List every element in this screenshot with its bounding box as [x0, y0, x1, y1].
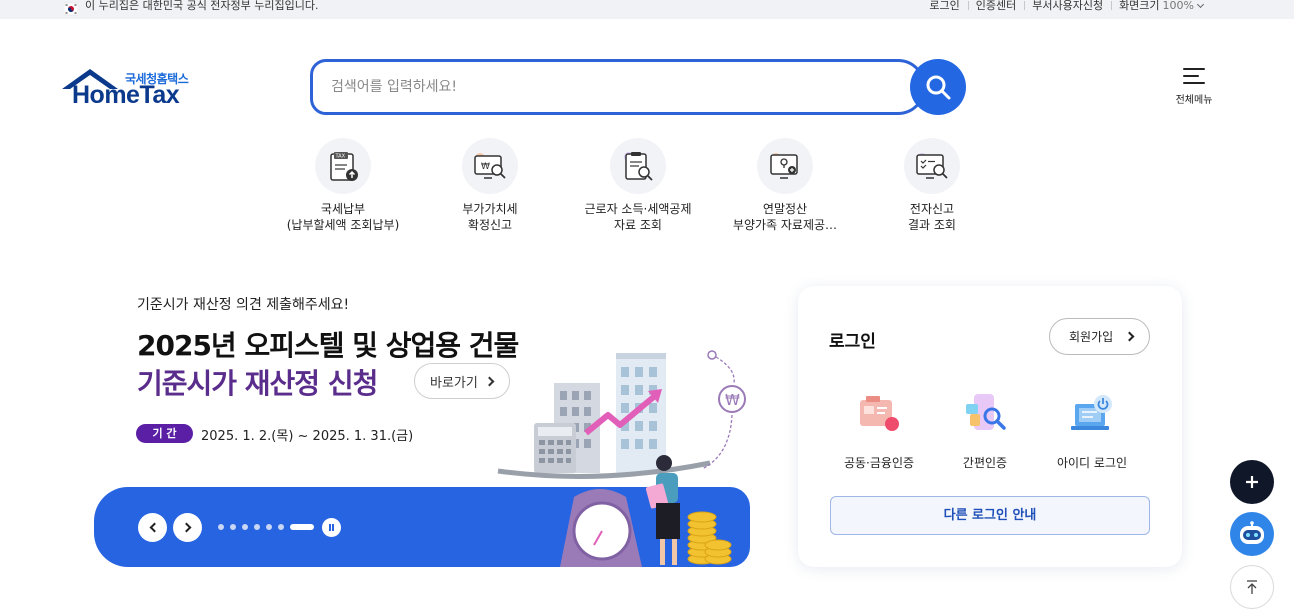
- certificate-icon: [860, 396, 899, 431]
- pagination-dot-active[interactable]: [290, 524, 314, 530]
- util-cert-center-link[interactable]: 인증센터: [967, 0, 1024, 11]
- search-box: [310, 59, 926, 115]
- quick-menu-label: 연말정산: [762, 202, 808, 216]
- quick-menu-label: 부가가치세: [462, 202, 518, 216]
- banner-subtitle: 기준시가 재산정 의견 제출해주세요!: [137, 297, 350, 313]
- search-icon: [926, 75, 951, 100]
- svg-text:₩: ₩: [481, 162, 490, 172]
- quick-menu-deduction-search[interactable]: 근로자 소득·세액공제 자료 조회: [563, 138, 713, 233]
- scroll-top-button[interactable]: [1230, 565, 1274, 609]
- login-option-certificate[interactable]: 공동·금융인증: [824, 390, 934, 471]
- svg-text:TAX: TAX: [335, 154, 346, 160]
- util-login-link[interactable]: 로그인: [921, 0, 967, 11]
- chevron-left-icon: [149, 522, 159, 533]
- pagination-dot[interactable]: [254, 524, 260, 530]
- vat-report-icon: ₩: [462, 138, 518, 194]
- e-report-result-icon: [904, 138, 960, 194]
- korea-flag-icon: [64, 2, 78, 16]
- quick-menu-e-report-result[interactable]: 전자신고 결과 조회: [857, 138, 1007, 233]
- chatbot-icon: [1240, 521, 1264, 544]
- period-badge: 기 간: [136, 424, 193, 443]
- utility-menu: 로그인 인증센터 부서사용자신청 화면크기 100%: [921, 0, 1211, 11]
- banner-pagination: [218, 524, 321, 530]
- zoom-control[interactable]: 화면크기 100%: [1111, 0, 1211, 11]
- search-input[interactable]: [331, 76, 891, 98]
- simple-auth-icon: [966, 394, 1006, 430]
- hometax-logo[interactable]: 국세청홈택스 HomeTax: [60, 67, 192, 109]
- svg-text:₩: ₩: [725, 391, 740, 409]
- search-button[interactable]: [910, 59, 966, 115]
- quick-menu-label: 전자신고: [909, 202, 955, 216]
- period-text: 2025. 1. 2.(목) ~ 2025. 1. 31.(금): [201, 429, 414, 444]
- other-login-button[interactable]: 다른 로그인 안내: [830, 496, 1150, 535]
- quick-menu-sublabel: (납부할세액 조회납부): [286, 218, 400, 232]
- zoom-value: 100%: [1162, 0, 1194, 12]
- banner-pause-button[interactable]: [322, 518, 341, 537]
- banner-next-button[interactable]: [173, 513, 202, 542]
- deduction-search-icon: [610, 138, 666, 194]
- banner-go-label: 바로가기: [430, 375, 478, 391]
- quick-menu-label: 국세납부: [320, 202, 366, 216]
- gov-notice: 이 누리집은 대한민국 공식 전자정부 누리집입니다.: [85, 0, 319, 12]
- chevron-right-icon: [181, 522, 191, 533]
- pagination-dot[interactable]: [230, 524, 236, 530]
- year-end-icon: [757, 138, 813, 194]
- quick-menu-label: 근로자 소득·세액공제: [584, 202, 692, 216]
- login-option-id[interactable]: 아이디 로그인: [1037, 390, 1147, 471]
- login-option-label: 아이디 로그인: [1056, 456, 1128, 470]
- login-option-label: 공동·금융인증: [843, 456, 915, 470]
- quick-menu-vat-report[interactable]: ₩ 부가가치세 확정신고: [415, 138, 565, 233]
- login-title: 로그인: [829, 332, 876, 352]
- plus-icon: [1246, 476, 1258, 488]
- banner-title-line1: 2025년 오피스텔 및 상업용 건물: [137, 329, 519, 362]
- quick-menu-sublabel: 확정신고: [467, 218, 513, 232]
- quick-add-button[interactable]: [1230, 460, 1274, 504]
- quick-menu-tax-payment[interactable]: TAX 국세납부 (납부할세액 조회납부): [268, 138, 418, 233]
- login-panel: 로그인 회원가입 공동·금융인증 간편인증 아이디 로그인 다른 로그인 안내: [798, 286, 1182, 567]
- all-menu-label: 전체메뉴: [1175, 95, 1213, 106]
- login-option-label: 간편인증: [962, 456, 1008, 470]
- quick-menu-sublabel: 부양가족 자료제공…: [732, 218, 838, 232]
- gov-banner: 이 누리집은 대한민국 공식 전자정부 누리집입니다. 로그인 인증센터 부서사…: [0, 0, 1294, 19]
- pagination-dot[interactable]: [278, 524, 284, 530]
- util-dept-user-link[interactable]: 부서사용자신청: [1024, 0, 1111, 11]
- banner-title-line2: 기준시가 재산정 신청: [137, 367, 378, 400]
- chatbot-button[interactable]: [1230, 512, 1274, 556]
- banner-illustration: ₩: [497, 350, 746, 567]
- banner-prev-button[interactable]: [138, 513, 167, 542]
- hamburger-icon: [1183, 67, 1205, 87]
- zoom-label: 화면크기: [1119, 0, 1160, 12]
- join-button[interactable]: 회원가입: [1049, 318, 1150, 355]
- all-menu-button[interactable]: 전체메뉴: [1170, 67, 1218, 109]
- quick-menu-sublabel: 결과 조회: [908, 218, 956, 232]
- chevron-right-icon: [1124, 331, 1135, 342]
- id-login-icon: [1071, 395, 1112, 430]
- login-option-simple-auth[interactable]: 간편인증: [930, 390, 1040, 471]
- logo-english-text: HomeTax: [72, 81, 180, 109]
- quick-menu-sublabel: 자료 조회: [614, 218, 662, 232]
- quick-menu-year-end[interactable]: 연말정산 부양가족 자료제공…: [710, 138, 860, 233]
- pagination-dot[interactable]: [218, 524, 224, 530]
- pagination-dot[interactable]: [242, 524, 248, 530]
- tax-payment-icon: TAX: [315, 138, 371, 194]
- join-label: 회원가입: [1069, 330, 1114, 344]
- pagination-dot[interactable]: [266, 524, 272, 530]
- chevron-down-icon: [1196, 0, 1205, 9]
- arrow-up-icon: [1247, 580, 1257, 594]
